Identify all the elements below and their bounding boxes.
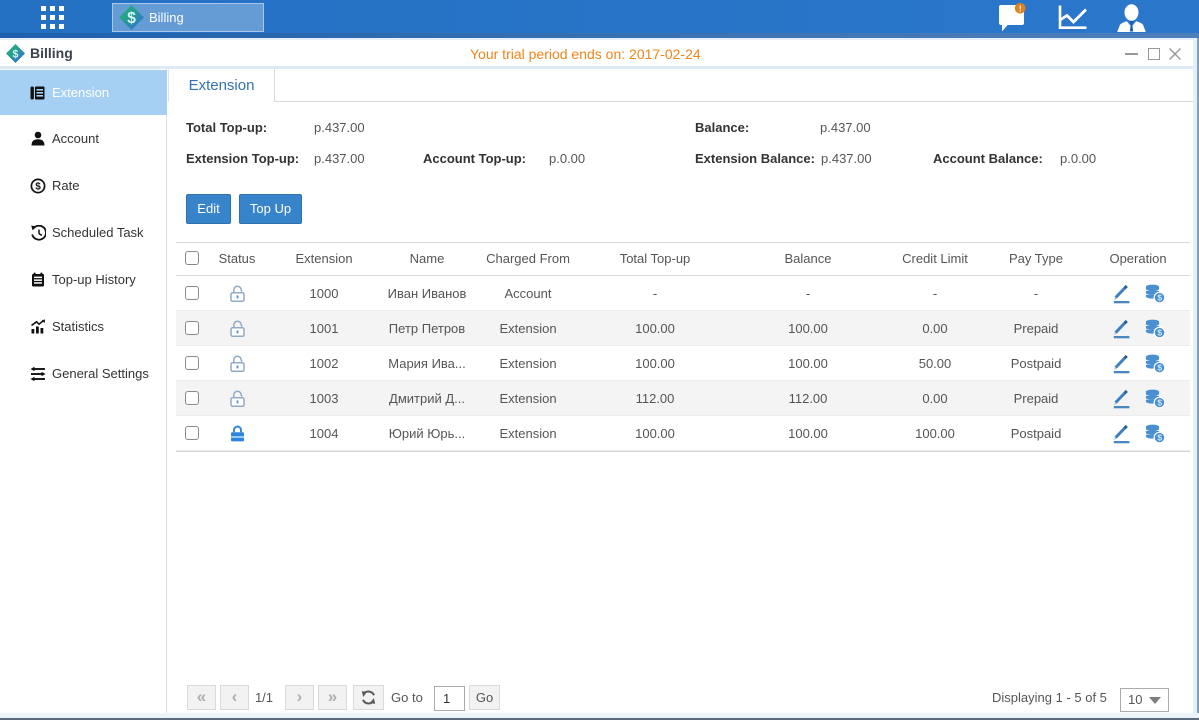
svg-text:$: $ xyxy=(13,48,19,60)
svg-text:!: ! xyxy=(1019,4,1022,13)
svg-text:$: $ xyxy=(1157,433,1162,443)
svg-text:$: $ xyxy=(1157,363,1162,373)
svg-text:$: $ xyxy=(127,10,136,27)
svg-text:$: $ xyxy=(1157,398,1162,408)
svg-text:$: $ xyxy=(1157,328,1162,338)
svg-text:$: $ xyxy=(1157,293,1162,303)
svg-text:$: $ xyxy=(35,182,41,193)
